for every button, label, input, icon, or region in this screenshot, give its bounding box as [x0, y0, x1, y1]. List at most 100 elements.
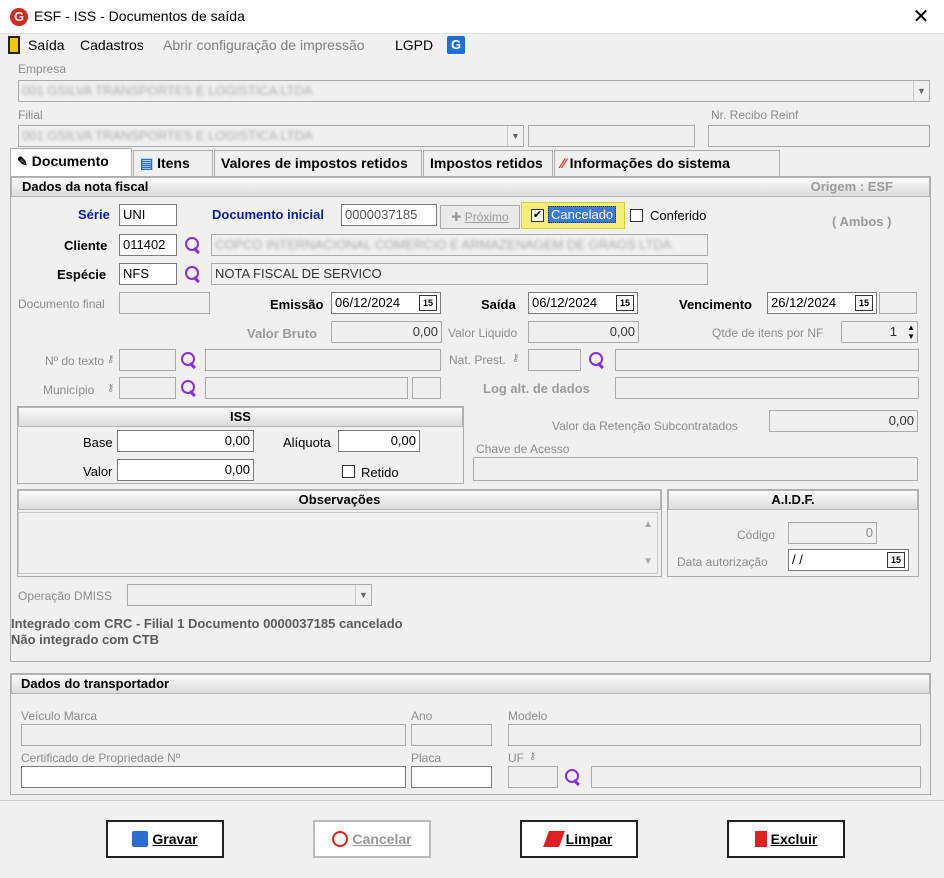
- uf-label: UF: [508, 751, 524, 765]
- limpar-button[interactable]: Limpar: [520, 820, 638, 858]
- data-autorizacao-label: Data autorização: [677, 555, 768, 569]
- ano-field[interactable]: [411, 724, 492, 746]
- base-field[interactable]: 0,00: [117, 430, 254, 452]
- retido-checkbox[interactable]: [342, 465, 355, 478]
- close-icon[interactable]: ✕: [908, 4, 934, 30]
- filial-extra-field[interactable]: [528, 125, 695, 147]
- empresa-select[interactable]: 001 GSILVA TRANSPORTES E LOGISTICA LTDA …: [18, 80, 930, 102]
- filial-select[interactable]: 001 GSILVA TRANSPORTES E LOGISTICA LTDA …: [18, 125, 524, 147]
- valor-bruto-field: 0,00: [331, 321, 442, 343]
- search-nat-prest-icon[interactable]: [588, 351, 606, 369]
- documento-inicial-field[interactable]: 0000037185: [341, 204, 437, 226]
- tab-informacoes-sistema[interactable]: ⁄⁄ Informações do sistema: [554, 150, 780, 176]
- dados-nota-header: Dados da nota fiscal Origem : ESF: [11, 177, 930, 197]
- scroll-down-icon[interactable]: ▼: [643, 556, 653, 567]
- veiculo-marca-field[interactable]: [21, 724, 406, 746]
- cliente-label: Cliente: [64, 238, 108, 253]
- trash-icon: [754, 831, 767, 847]
- iss-header: ISS: [18, 407, 463, 427]
- aliquota-field[interactable]: 0,00: [338, 430, 420, 452]
- exit-door-icon[interactable]: [8, 36, 20, 54]
- municipio-field[interactable]: [119, 377, 176, 399]
- especie-desc-field: NOTA FISCAL DE SERVICO: [211, 263, 708, 285]
- cliente-nome-field: COPCO INTERNACIONAL COMERCIO E ARMAZENAG…: [211, 234, 708, 256]
- tab-strip: ✎ Documento ▤ Itens Valores de impostos …: [10, 148, 780, 177]
- search-cliente-icon[interactable]: [184, 236, 202, 254]
- log-alt-field[interactable]: [615, 377, 919, 399]
- documento-final-label: Documento final: [18, 297, 105, 311]
- key-icon: ⚷: [529, 751, 537, 762]
- qtde-itens-spinner[interactable]: 1 ▲ ▼: [841, 321, 918, 343]
- valor-retencao-label: Valor da Retenção Subcontratados: [552, 419, 738, 433]
- cancel-circle-icon: [332, 831, 349, 847]
- especie-field[interactable]: NFS: [119, 263, 177, 285]
- nr-texto-field[interactable]: [119, 349, 176, 371]
- cliente-field[interactable]: 011402: [119, 234, 177, 256]
- pencil-icon: ✎: [17, 154, 28, 169]
- nat-prest-field[interactable]: [528, 349, 581, 371]
- menu-cadastros[interactable]: Cadastros: [80, 37, 144, 53]
- calendar-icon[interactable]: 15: [855, 295, 873, 311]
- menu-abrir-configuracao[interactable]: Abrir configuração de impressão: [163, 37, 365, 53]
- lgpd-icon[interactable]: G: [447, 36, 465, 54]
- calendar-icon[interactable]: 15: [616, 295, 634, 311]
- conferido-label: Conferido: [650, 208, 707, 223]
- filial-label: Filial: [18, 108, 43, 122]
- tab-impostos-retidos[interactable]: Impostos retidos: [423, 150, 553, 176]
- search-texto-icon[interactable]: [180, 351, 198, 369]
- plus-icon: ✚: [451, 210, 462, 224]
- modelo-field[interactable]: [508, 724, 921, 746]
- excluir-button[interactable]: Excluir: [727, 820, 845, 858]
- valor-bruto-label: Valor Bruto: [247, 326, 318, 341]
- scroll-up-icon[interactable]: ▲: [643, 519, 653, 530]
- gravar-button[interactable]: Gravar: [106, 820, 224, 858]
- calendar-icon[interactable]: 15: [419, 295, 437, 311]
- operacao-dmiss-select[interactable]: ▼: [127, 584, 372, 606]
- calendar-icon[interactable]: 15: [887, 552, 905, 568]
- valor-field[interactable]: 0,00: [117, 459, 254, 481]
- texto-desc-field: [205, 349, 441, 371]
- certificado-field[interactable]: [21, 766, 406, 788]
- key-icon: ⚷: [107, 383, 115, 394]
- especie-label: Espécie: [57, 267, 107, 282]
- placa-field[interactable]: [411, 766, 492, 788]
- valor-liquido-label: Valor Liquido: [448, 326, 518, 340]
- base-label: Base: [83, 435, 113, 450]
- cancelado-checkbox[interactable]: ✔: [531, 209, 544, 222]
- vencimento-label: Vencimento: [679, 297, 752, 312]
- spinner-arrows-icon[interactable]: ▲ ▼: [907, 323, 915, 341]
- chave-acesso-field[interactable]: [473, 457, 918, 481]
- status-nao-integrado-ctb: Não integrado com CTB: [11, 632, 160, 647]
- recibo-reinf-field[interactable]: [708, 125, 930, 147]
- tab-valores-impostos-retidos[interactable]: Valores de impostos retidos: [214, 150, 422, 176]
- nat-prest-desc-field: [615, 349, 919, 371]
- menu-lgpd[interactable]: LGPD: [395, 37, 433, 53]
- serie-field[interactable]: UNI: [119, 204, 177, 226]
- menu-saida[interactable]: Saída: [28, 37, 65, 53]
- cancelar-button[interactable]: Cancelar: [313, 820, 431, 858]
- search-uf-icon[interactable]: [564, 768, 582, 786]
- municipio-desc-field: [205, 377, 408, 399]
- tab-itens[interactable]: ▤ Itens: [133, 150, 213, 176]
- cancelado-label: Cancelado: [548, 206, 617, 223]
- codigo-field: 0: [788, 522, 877, 544]
- municipio-label: Município: [43, 383, 95, 397]
- proximo-button[interactable]: ✚ Próximo: [440, 205, 520, 229]
- uf-field[interactable]: [508, 766, 558, 788]
- vencimento-extra-field[interactable]: [879, 292, 917, 314]
- serie-label: Série: [78, 207, 110, 222]
- ambos-label: ( Ambos ): [832, 214, 892, 229]
- valor-label: Valor: [83, 464, 113, 479]
- chevron-down-icon[interactable]: ▼: [913, 81, 929, 101]
- documento-final-field[interactable]: [119, 292, 210, 314]
- chevron-down-icon[interactable]: ▼: [507, 126, 523, 146]
- observacoes-textarea[interactable]: ▲ ▼: [18, 512, 658, 574]
- chave-acesso-label: Chave de Acesso: [476, 442, 570, 456]
- chevron-down-icon[interactable]: ▼: [355, 585, 371, 605]
- search-municipio-icon[interactable]: [180, 379, 198, 397]
- search-especie-icon[interactable]: [184, 265, 202, 283]
- tab-documento[interactable]: ✎ Documento: [10, 148, 132, 177]
- valor-retencao-field: 0,00: [769, 410, 918, 432]
- conferido-checkbox[interactable]: [630, 209, 643, 222]
- veiculo-marca-label: Veículo Marca: [21, 709, 98, 723]
